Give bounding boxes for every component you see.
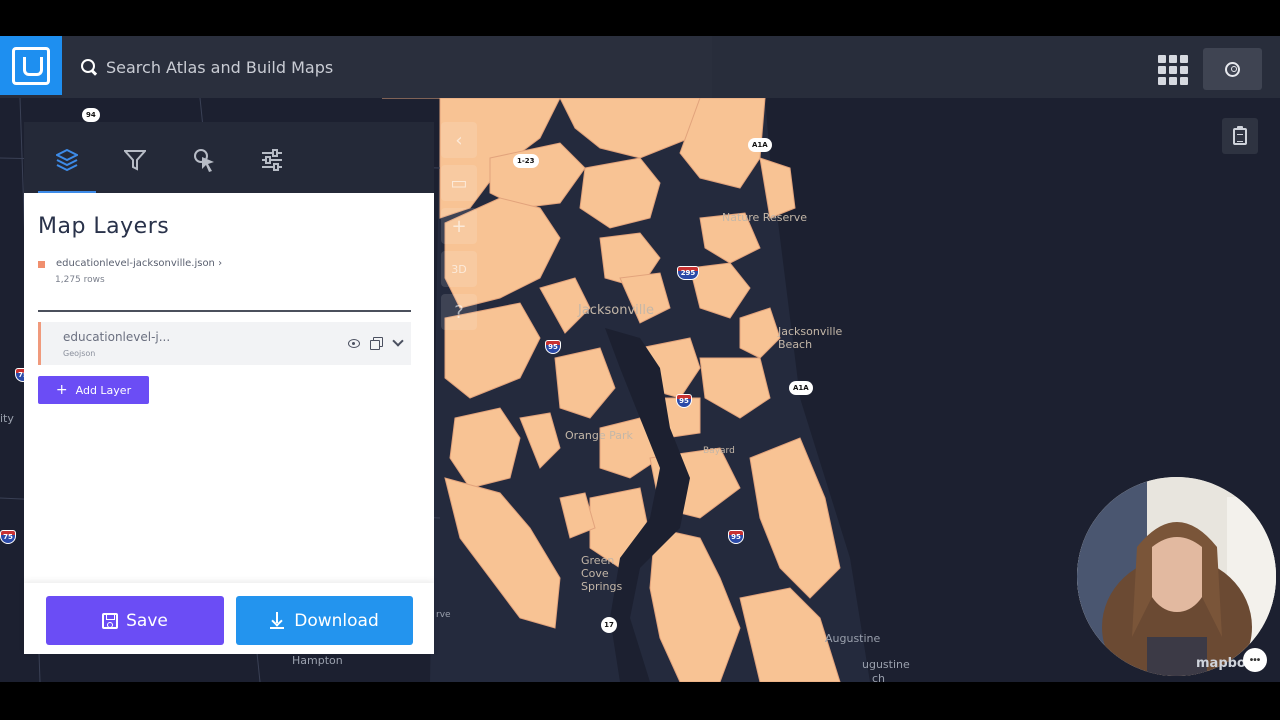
map-label-nature-reserve: Nature Reserve [722,211,808,224]
more-icon: ••• [1249,654,1261,666]
download-icon [270,612,285,629]
save-button[interactable]: Save [46,596,224,645]
top-bar [0,36,1280,98]
zoom-in-button[interactable]: + [441,208,477,244]
map-label-jacksonville: Jacksonville [578,303,654,318]
split-map-button[interactable]: ▭ [441,165,477,201]
map-label-beach-fragment: ch [872,672,886,682]
panel-footer: Save Download [24,583,434,654]
atlas-logo-icon [12,46,50,85]
letterbox-bottom [0,682,1280,720]
route-17-shield: 17 [601,617,617,633]
account-button[interactable] [1203,48,1262,90]
cursor-icon [194,149,214,172]
dataset-row-count: 1,275 rows [55,275,105,285]
tab-interactions[interactable] [176,148,234,193]
dataset-color-swatch [38,261,45,268]
collapse-left-icon: ‹ [455,129,463,151]
filter-icon [124,150,146,171]
layer-name[interactable]: educationlevel-j... [63,330,170,344]
tab-filters[interactable] [106,148,164,193]
collapse-panel-button[interactable]: ‹ [441,122,477,158]
route-a1a-shield: A1A [748,138,772,152]
zoom-in-icon: + [451,215,467,237]
webcam-overlay [1077,477,1276,676]
map-label-st-augustine: Augustine [825,632,881,645]
app-logo[interactable] [0,36,62,95]
divider [38,310,411,312]
3d-view-button[interactable]: 3D [441,251,477,287]
help-icon: ? [454,301,464,323]
tab-layers[interactable] [38,148,96,193]
duplicate-icon[interactable] [369,336,383,350]
map-label-city: ity [0,412,14,425]
map-label-orange-park: Orange Park [565,429,633,442]
add-layer-button[interactable]: + Add Layer [38,376,149,404]
sliders-icon [262,149,282,171]
search-bar[interactable] [62,36,712,98]
apps-grid-icon[interactable] [1158,55,1188,85]
panel-title: Map Layers [38,214,170,239]
3d-view-icon: 3D [451,262,467,276]
interstate-295-shield: 295 [677,266,699,280]
chevron-down-icon[interactable] [391,336,405,350]
search-input[interactable] [106,57,666,77]
side-panel: Map Layers educationlevel-jacksonville.j… [24,122,434,654]
letterbox-top [0,0,1280,36]
map-label-green-cove-springs: Green Cove Springs [581,554,623,593]
layer-type: Geojson [63,349,96,358]
map-label-jacksonville-beach: Jacksonville Beach [778,325,843,351]
map-label-hampton: Hampton [292,654,343,667]
layers-icon [56,148,78,172]
download-button[interactable]: Download [236,596,413,645]
layer-card[interactable]: educationlevel-j... Geojson [38,322,411,365]
save-icon [102,612,119,629]
presenter-video [1077,477,1276,676]
clipboard-button[interactable] [1222,118,1258,154]
split-map-icon: ▭ [450,172,468,194]
attribution-info-button[interactable]: ••• [1243,648,1267,672]
map-label-reserve: rve [436,610,451,620]
map-label-bayard: Bayard [703,446,735,456]
help-button[interactable]: ? [441,294,477,330]
visibility-eye-icon[interactable] [347,336,361,350]
user-icon [1225,61,1240,77]
route-94-shield: 94 [82,108,100,122]
dataset-name: educationlevel-jacksonville.json › [56,258,223,269]
route-a1a-shield-south: A1A [789,381,813,395]
plus-icon: + [55,382,68,398]
panel-tabs [24,122,434,193]
map-label-augustine-beach: ugustine [862,658,910,671]
tab-settings[interactable] [243,148,301,193]
search-icon [80,58,98,76]
chevron-right-icon: › [218,258,223,269]
panel-body: Map Layers educationlevel-jacksonville.j… [24,193,434,583]
clipboard-icon [1233,125,1247,145]
route-1-23-shield: 1-23 [513,154,539,168]
